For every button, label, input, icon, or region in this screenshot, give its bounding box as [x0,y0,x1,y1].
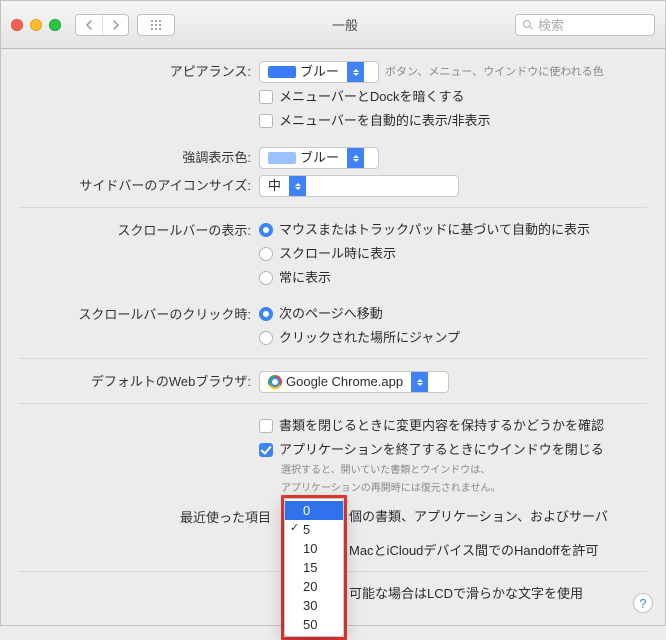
scrollbar-jump-label: クリックされた場所にジャンプ [279,328,460,348]
window-title: 一般 [183,15,507,34]
scrollbar-page-label: 次のページへ移動 [279,304,383,324]
recent-label: 最近使った項目 [19,507,279,529]
recent-option-0[interactable]: 0 [285,501,343,520]
close-window-button[interactable] [11,19,23,31]
nav-back-forward [75,14,129,36]
scrollbar-when-label: スクロール時に表示 [279,244,396,264]
chevron-updown-icon [347,148,364,168]
close-windows-checkbox[interactable] [259,443,273,457]
highlight-value: ブルー [300,148,339,168]
recent-option-5[interactable]: 5 [285,520,343,539]
browser-select[interactable]: Google Chrome.app [259,371,449,393]
recent-option-15[interactable]: 15 [285,558,343,577]
sidebar-icon-select[interactable]: 中 [259,175,459,197]
appearance-value: ブルー [300,62,339,82]
close-windows-help1: 選択すると、開いていた書類とウインドウは、 [259,464,647,478]
recent-option-50[interactable]: 50 [285,615,343,634]
recent-suffix: 個の書類、アプリケーション、およびサーバ [349,507,608,527]
recent-option-20[interactable]: 20 [285,577,343,596]
search-field[interactable]: 検索 [515,14,655,36]
lcd-label: 可能な場合はLCDで滑らかな文字を使用 [349,584,583,604]
toolbar: 一般 検索 [1,1,665,49]
autohide-checkbox[interactable] [259,114,273,128]
browser-value: Google Chrome.app [286,372,403,392]
highlight-box: 0 5 10 15 20 30 50 [281,495,347,640]
recent-option-10[interactable]: 10 [285,539,343,558]
window-controls [11,19,61,31]
autohide-label: メニューバーを自動的に表示/非表示 [279,111,490,131]
confirm-changes-checkbox[interactable] [259,419,273,433]
scrollbar-when-radio[interactable] [259,247,273,261]
recent-items-menu[interactable]: 0 5 10 15 20 30 50 [284,498,344,637]
chevron-updown-icon [347,62,364,82]
handoff-label: MacとiCloudデバイス間でのHandoffを許可 [349,541,598,561]
appearance-select[interactable]: ブルー [259,61,379,83]
scrollbar-click-label: スクロールバーのクリック時: [19,304,259,326]
highlight-select[interactable]: ブルー [259,147,379,169]
darken-checkbox[interactable] [259,90,273,104]
scrollbar-page-radio[interactable] [259,307,273,321]
help-button[interactable]: ? [633,593,653,613]
scrollbar-jump-radio[interactable] [259,331,273,345]
separator [19,358,647,359]
chevron-updown-icon [289,176,306,196]
search-placeholder: 検索 [538,15,564,34]
nav-forward-button[interactable] [102,15,128,35]
show-all-button[interactable] [137,14,175,36]
close-windows-help2: アプリケーションの再開時には復元されません。 [259,482,647,496]
recent-option-30[interactable]: 30 [285,596,343,615]
lightblue-swatch-icon [268,152,296,164]
scrollbar-always-label: 常に表示 [279,268,331,288]
scrollbar-show-label: スクロールバーの表示: [19,220,259,242]
separator [19,207,647,208]
chrome-icon [268,375,282,389]
sidebar-icon-label: サイドバーのアイコンサイズ: [19,175,259,197]
separator [19,403,647,404]
search-icon [522,19,534,31]
confirm-changes-label: 書類を閉じるときに変更内容を保持するかどうかを確認 [279,416,604,436]
nav-back-button[interactable] [76,15,102,35]
browser-label: デフォルトのWebブラウザ: [19,371,259,393]
close-windows-label: アプリケーションを終了するときにウインドウを閉じる [279,440,604,460]
sidebar-icon-value: 中 [260,176,289,196]
scrollbar-always-radio[interactable] [259,271,273,285]
scrollbar-auto-radio[interactable] [259,223,273,237]
minimize-window-button[interactable] [30,19,42,31]
grid-icon [150,19,162,31]
appearance-label: アピアランス: [19,61,259,83]
highlight-label: 強調表示色: [19,147,259,169]
zoom-window-button[interactable] [49,19,61,31]
scrollbar-auto-label: マウスまたはトラックパッドに基づいて自動的に表示 [279,220,590,240]
chevron-updown-icon [411,372,428,392]
blue-swatch-icon [268,66,296,78]
appearance-suffix: ボタン、メニュー、ウインドウに使われる色 [385,62,604,82]
recent-items-popup: 0 5 10 15 20 30 50 [281,495,347,640]
darken-label: メニューバーとDockを暗くする [279,87,465,107]
